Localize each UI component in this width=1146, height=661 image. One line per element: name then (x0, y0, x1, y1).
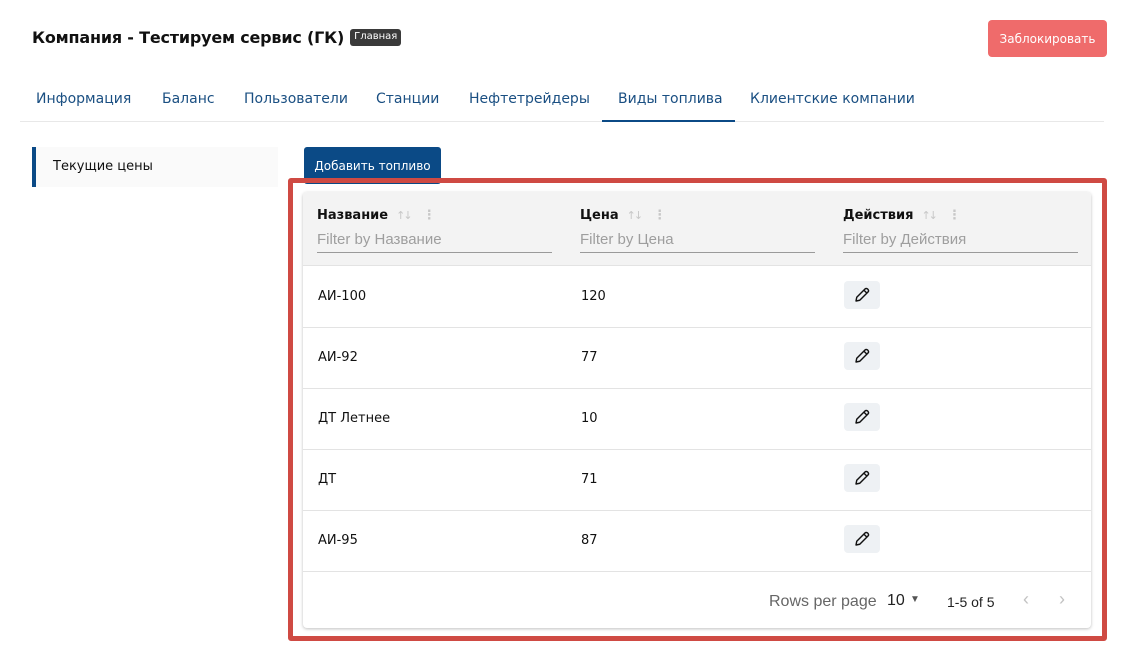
table-row: АИ-95 87 (303, 511, 1091, 572)
cell-price: 10 (581, 411, 598, 426)
column-header-actions: Действия ↑↓ ⋮ Filter by Действия (843, 208, 1078, 253)
cell-price: 87 (581, 533, 598, 548)
cell-name: ДТ (318, 472, 337, 487)
cell-name: АИ-100 (318, 289, 367, 304)
filter-input-price[interactable]: Filter by Цена (580, 231, 815, 253)
column-title-actions: Действия (843, 208, 914, 223)
main-badge: Главная (350, 29, 402, 46)
rows-per-page-select[interactable]: 10 (887, 592, 905, 610)
page-header: Компания - Тестируем сервис (ГК) Главная (32, 28, 402, 47)
column-title-price: Цена (580, 208, 619, 223)
tab-info[interactable]: Информация (36, 80, 131, 122)
block-button[interactable]: Заблокировать (988, 20, 1107, 57)
pencil-icon (855, 470, 870, 485)
table-header: Название ↑↓ ⋮ Filter by Название Цена ↑↓… (303, 192, 1091, 266)
sort-icon[interactable]: ↑↓ (627, 209, 644, 222)
table-row: ДТ 71 (303, 450, 1091, 511)
column-header-price: Цена ↑↓ ⋮ Filter by Цена (580, 208, 815, 253)
edit-button[interactable] (844, 281, 880, 309)
tab-oil-traders[interactable]: Нефтетрейдеры (469, 80, 590, 122)
tab-fuel-types[interactable]: Виды топлива (602, 80, 735, 122)
edit-button[interactable] (844, 403, 880, 431)
sort-icon[interactable]: ↑↓ (921, 209, 938, 222)
table-row: АИ-92 77 (303, 328, 1091, 389)
filter-input-actions[interactable]: Filter by Действия (843, 231, 1078, 253)
page-title: Компания - Тестируем сервис (ГК) (32, 28, 345, 47)
column-header-name: Название ↑↓ ⋮ Filter by Название (317, 208, 552, 253)
table-row: АИ-100 120 (303, 267, 1091, 328)
sidebar-item-current-prices[interactable]: Текущие цены (32, 147, 278, 187)
sort-icon[interactable]: ↑↓ (396, 209, 413, 222)
tab-users[interactable]: Пользователи (244, 80, 348, 122)
cell-price: 120 (581, 289, 606, 304)
pencil-icon (855, 531, 870, 546)
tab-balance[interactable]: Баланс (162, 80, 215, 122)
pencil-icon (855, 287, 870, 302)
column-menu-icon[interactable]: ⋮ (653, 208, 666, 223)
column-menu-icon[interactable]: ⋮ (423, 208, 436, 223)
tab-bar: Информация Баланс Пользователи Станции Н… (20, 80, 1104, 122)
chevron-right-icon[interactable]: › (1059, 589, 1065, 610)
column-menu-icon[interactable]: ⋮ (948, 208, 961, 223)
table-pagination: Rows per page 10 ▼ 1-5 of 5 ‹ › (303, 573, 1091, 628)
edit-button[interactable] (844, 525, 880, 553)
cell-name: ДТ Летнее (318, 411, 391, 426)
fuel-price-table: Название ↑↓ ⋮ Filter by Название Цена ↑↓… (303, 192, 1091, 628)
caret-down-icon[interactable]: ▼ (910, 594, 920, 605)
pencil-icon (855, 409, 870, 424)
cell-price: 71 (581, 472, 598, 487)
cell-price: 77 (581, 350, 598, 365)
tab-client-companies[interactable]: Клиентские компании (750, 80, 915, 122)
tab-stations[interactable]: Станции (376, 80, 439, 122)
edit-button[interactable] (844, 464, 880, 492)
pencil-icon (855, 348, 870, 363)
cell-name: АИ-95 (318, 533, 358, 548)
chevron-left-icon[interactable]: ‹ (1023, 589, 1029, 610)
filter-input-name[interactable]: Filter by Название (317, 231, 552, 253)
edit-button[interactable] (844, 342, 880, 370)
column-title-name: Название (317, 208, 389, 223)
cell-name: АИ-92 (318, 350, 358, 365)
table-row: ДТ Летнее 10 (303, 389, 1091, 450)
rows-per-page-label: Rows per page (769, 593, 877, 610)
pagination-range: 1-5 of 5 (947, 594, 995, 610)
